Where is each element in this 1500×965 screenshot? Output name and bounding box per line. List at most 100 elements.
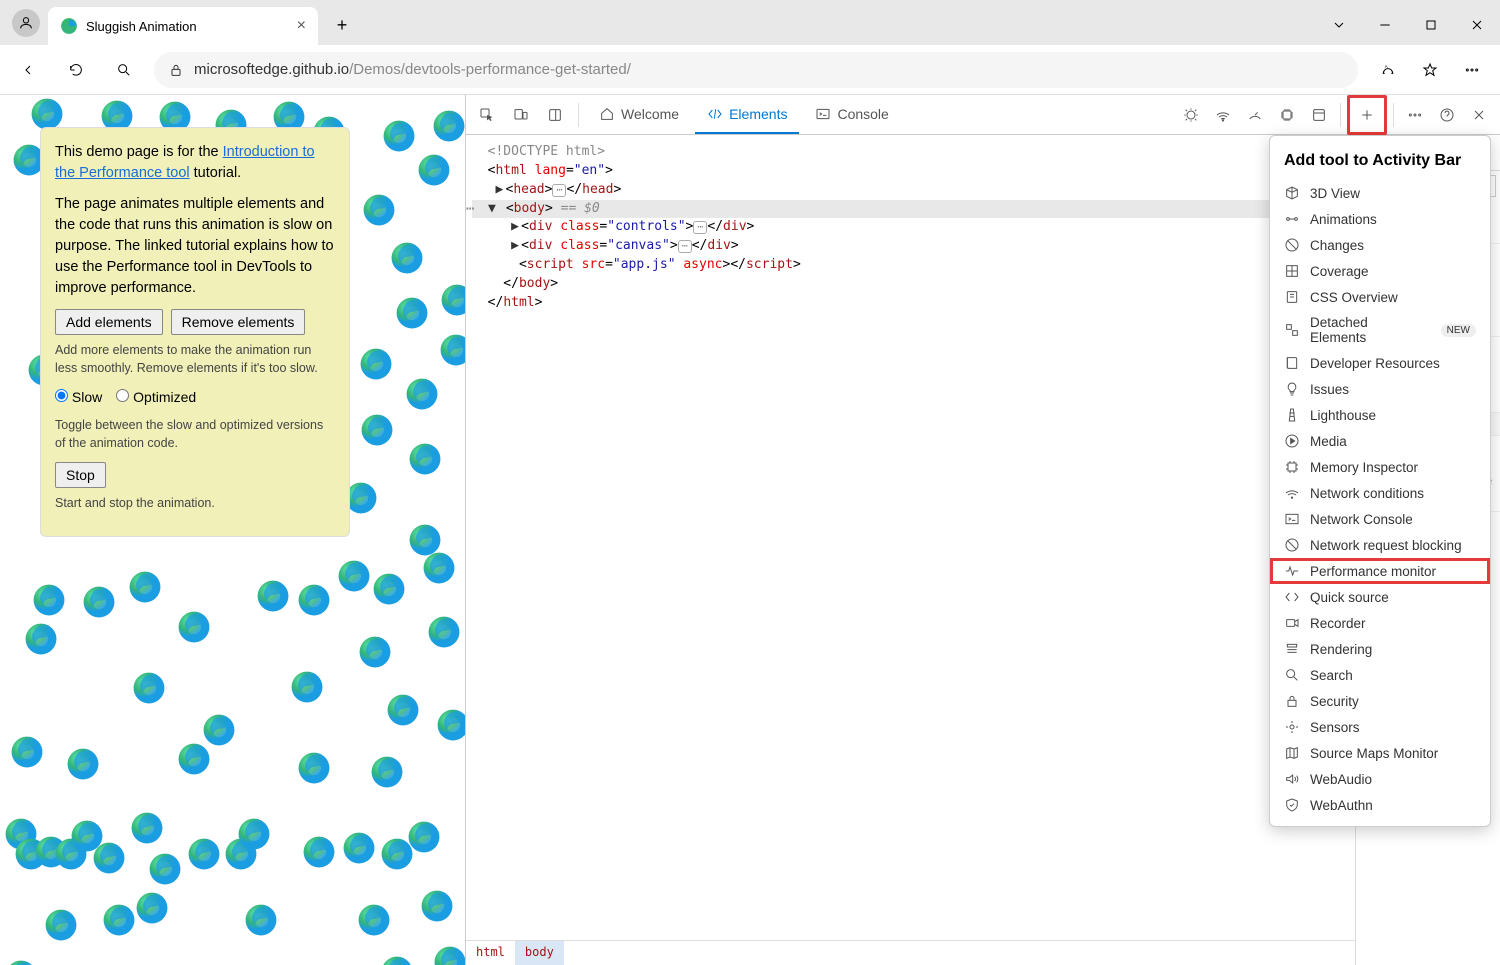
tab-close-icon[interactable]: × — [297, 17, 306, 35]
animated-logo — [430, 107, 465, 145]
changes-icon — [1284, 237, 1300, 253]
animated-logo — [357, 345, 395, 383]
search-icon — [1284, 667, 1300, 683]
titlebar: Sluggish Animation × + — [0, 0, 1500, 45]
menu-item-network-request-blocking[interactable]: Network request blocking — [1270, 532, 1490, 558]
lighthouse-icon — [1284, 407, 1300, 423]
menu-title: Add tool to Activity Bar — [1270, 144, 1490, 180]
profile-icon[interactable] — [12, 9, 40, 37]
read-aloud-icon[interactable]: A — [1370, 52, 1406, 88]
menu-item-sensors[interactable]: Sensors — [1270, 714, 1490, 740]
animated-logo — [380, 117, 418, 155]
menu-item-webaudio[interactable]: WebAudio — [1270, 766, 1490, 792]
browser-menu-icon[interactable] — [1454, 52, 1490, 88]
address-bar[interactable]: microsoftedge.github.io/Demos/devtools-p… — [154, 52, 1358, 88]
css-icon — [1284, 289, 1300, 305]
animated-logo — [30, 581, 68, 619]
menu-item-memory-inspector[interactable]: Memory Inspector — [1270, 454, 1490, 480]
animated-logo — [90, 839, 128, 877]
minimize-button[interactable] — [1362, 5, 1408, 45]
menu-item-media[interactable]: Media — [1270, 428, 1490, 454]
performance-icon[interactable] — [1240, 100, 1270, 130]
optimized-radio[interactable]: Optimized — [116, 387, 196, 407]
dock-icon[interactable] — [540, 100, 570, 130]
menu-item-source-maps-monitor[interactable]: Source Maps Monitor — [1270, 740, 1490, 766]
back-button[interactable] — [10, 52, 46, 88]
menu-item-recorder[interactable]: Recorder — [1270, 610, 1490, 636]
netcond-icon — [1284, 485, 1300, 501]
menu-item-rendering[interactable]: Rendering — [1270, 636, 1490, 662]
animated-logo — [300, 833, 338, 871]
lock-icon — [1284, 693, 1300, 709]
network-icon[interactable] — [1208, 100, 1238, 130]
memory-icon[interactable] — [1272, 100, 1302, 130]
render-icon — [1284, 641, 1300, 657]
animated-logo — [384, 691, 422, 729]
help-icon[interactable] — [1432, 100, 1462, 130]
menu-item-3d-view[interactable]: 3D View — [1270, 180, 1490, 206]
anim-icon — [1284, 211, 1300, 227]
search-button[interactable] — [106, 52, 142, 88]
devtools-tabbar: Welcome Elements Console — [466, 95, 1500, 135]
more-tools-icon[interactable] — [1400, 100, 1430, 130]
dom-tree[interactable]: <!DOCTYPE html> <html lang="en"> ▶<head>… — [466, 135, 1355, 965]
new-tab-button[interactable]: + — [326, 9, 358, 41]
detached-icon — [1284, 322, 1300, 338]
animated-logo — [415, 151, 453, 189]
window-chevron-icon[interactable] — [1316, 5, 1362, 45]
add-tool-menu: Add tool to Activity Bar 3D ViewAnimatio… — [1269, 135, 1491, 827]
animated-logo — [242, 901, 280, 939]
menu-item-security[interactable]: Security — [1270, 688, 1490, 714]
menu-item-animations[interactable]: Animations — [1270, 206, 1490, 232]
issues-icon[interactable] — [1176, 100, 1206, 130]
remove-elements-button[interactable]: Remove elements — [171, 309, 306, 335]
animated-logo — [418, 887, 456, 925]
tab-title: Sluggish Animation — [86, 19, 289, 34]
animated-logo — [403, 375, 441, 413]
animated-logo — [370, 570, 408, 608]
refresh-button[interactable] — [58, 52, 94, 88]
memory-icon — [1284, 459, 1300, 475]
stop-button[interactable]: Stop — [55, 462, 106, 488]
browser-tab[interactable]: Sluggish Animation × — [48, 7, 318, 45]
source-icon — [1284, 589, 1300, 605]
slow-radio[interactable]: Slow — [55, 387, 102, 407]
console-tab[interactable]: Console — [803, 96, 900, 134]
add-elements-button[interactable]: Add elements — [55, 309, 163, 335]
menu-item-issues[interactable]: Issues — [1270, 376, 1490, 402]
menu-item-lighthouse[interactable]: Lighthouse — [1270, 402, 1490, 428]
bulb-icon — [1284, 381, 1300, 397]
close-window-button[interactable] — [1454, 5, 1500, 45]
url-path: /Demos/devtools-performance-get-started/ — [349, 61, 631, 78]
welcome-tab[interactable]: Welcome — [587, 96, 691, 134]
inspect-icon[interactable] — [472, 100, 502, 130]
menu-item-changes[interactable]: Changes — [1270, 232, 1490, 258]
menu-item-coverage[interactable]: Coverage — [1270, 258, 1490, 284]
rec-icon — [1284, 615, 1300, 631]
animated-logo — [378, 953, 416, 965]
animated-logo — [340, 829, 378, 867]
add-tool-button-highlight — [1347, 95, 1387, 135]
menu-item-network-conditions[interactable]: Network conditions — [1270, 480, 1490, 506]
elements-tab[interactable]: Elements — [695, 96, 799, 134]
add-tool-button[interactable] — [1352, 100, 1382, 130]
menu-item-quick-source[interactable]: Quick source — [1270, 584, 1490, 610]
application-icon[interactable] — [1304, 100, 1334, 130]
menu-item-performance-monitor[interactable]: Performance monitor — [1270, 558, 1490, 584]
dom-breadcrumb[interactable]: html body — [466, 940, 1355, 965]
menu-item-search[interactable]: Search — [1270, 662, 1490, 688]
intro-text-2: The page animates multiple elements and … — [55, 194, 335, 299]
animated-logo — [438, 281, 465, 319]
menu-item-detached-elements[interactable]: Detached ElementsNEW — [1270, 310, 1490, 350]
device-icon[interactable] — [506, 100, 536, 130]
menu-item-css-overview[interactable]: CSS Overview — [1270, 284, 1490, 310]
menu-item-webauthn[interactable]: WebAuthn — [1270, 792, 1490, 818]
animated-logo — [22, 620, 60, 658]
animated-logo — [146, 850, 184, 888]
maximize-button[interactable] — [1408, 5, 1454, 45]
menu-item-network-console[interactable]: Network Console — [1270, 506, 1490, 532]
close-devtools-icon[interactable] — [1464, 100, 1494, 130]
menu-item-developer-resources[interactable]: Developer Resources — [1270, 350, 1490, 376]
favorite-icon[interactable] — [1412, 52, 1448, 88]
url-host: microsoftedge.github.io — [194, 61, 349, 78]
